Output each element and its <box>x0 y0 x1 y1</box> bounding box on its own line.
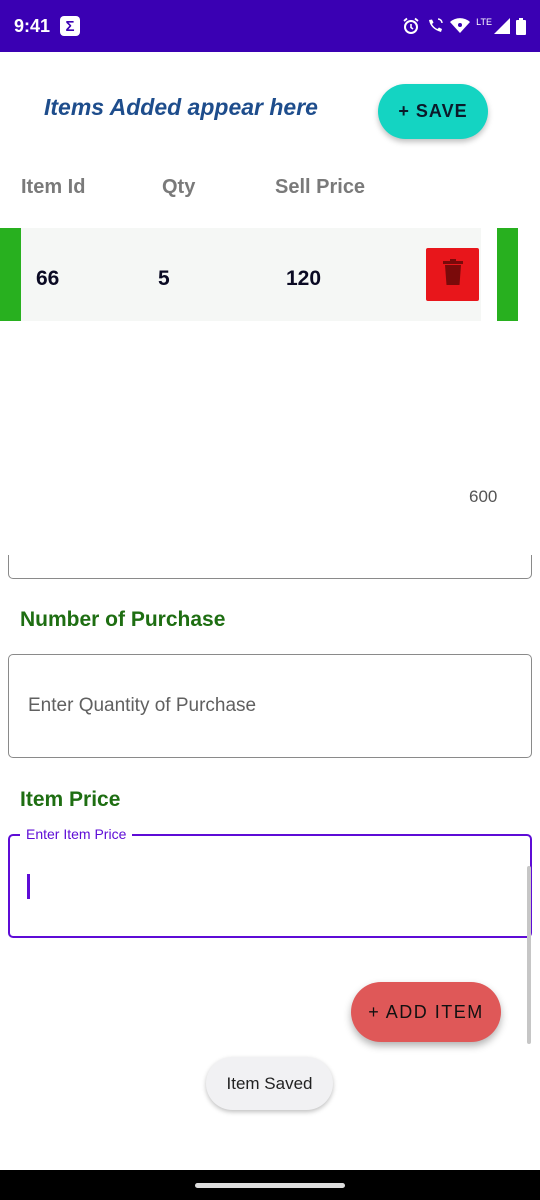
total-value: 600 <box>469 487 498 506</box>
column-header-qty: Qty <box>162 176 196 198</box>
column-header-sell-price: Sell Price <box>275 176 366 198</box>
network-type: LTE <box>476 17 492 27</box>
column-header-item-id: Item Id <box>21 176 86 198</box>
status-time: 9:41 <box>14 15 51 36</box>
price-input[interactable] <box>8 834 532 938</box>
row-qty: 5 <box>158 267 170 290</box>
home-gesture-handle[interactable] <box>195 1183 345 1188</box>
price-label: Item Price <box>20 788 121 811</box>
battery-icon <box>516 17 526 35</box>
wifi-icon <box>450 18 471 34</box>
row-accent-right <box>497 228 518 321</box>
app-notification-icon: Σ <box>60 16 81 36</box>
status-icons: LTE <box>402 17 526 35</box>
trash-icon <box>442 259 463 290</box>
add-item-button[interactable]: + ADD ITEM <box>351 982 501 1042</box>
quantity-placeholder: Enter Quantity of Purchase <box>28 695 257 716</box>
text-cursor <box>27 874 30 899</box>
price-floating-label: Enter Item Price <box>20 826 133 842</box>
wifi-calling-icon <box>426 17 444 35</box>
scrollbar[interactable] <box>527 866 531 1044</box>
quantity-input[interactable]: Enter Quantity of Purchase <box>8 654 532 758</box>
delete-row-button[interactable] <box>426 248 479 301</box>
row-sell-price: 120 <box>286 267 322 290</box>
row-accent-left <box>0 228 21 321</box>
quantity-label: Number of Purchase <box>20 608 226 631</box>
status-bar: 9:41 Σ LTE <box>0 0 540 52</box>
alarm-icon <box>402 17 420 35</box>
item-field-partial[interactable] <box>8 555 532 579</box>
toast-message: Item Saved <box>206 1057 333 1110</box>
row-item-id: 66 <box>36 267 60 290</box>
signal-icon <box>494 18 510 34</box>
page-title: Items Added appear here <box>44 94 318 120</box>
table-row <box>21 228 481 321</box>
save-button[interactable]: + SAVE <box>378 84 488 139</box>
